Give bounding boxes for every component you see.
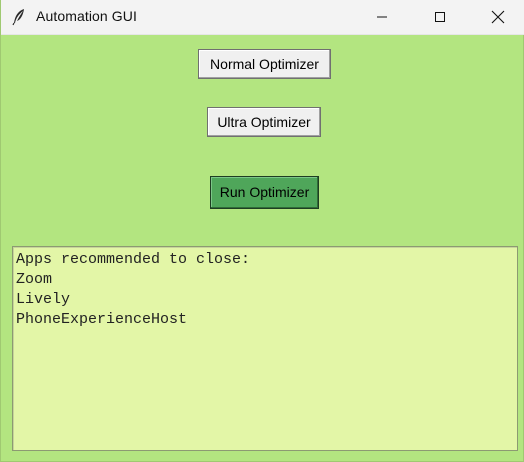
app-window: Automation GUI Normal Optimizer Ultra Op… — [0, 0, 524, 462]
normal-optimizer-button[interactable]: Normal Optimizer — [198, 49, 331, 79]
run-optimizer-button[interactable]: Run Optimizer — [210, 176, 319, 209]
maximize-icon — [434, 11, 446, 23]
output-text-area[interactable]: Apps recommended to close: Zoom Lively P… — [12, 246, 518, 451]
window-title: Automation GUI — [36, 8, 137, 24]
output-line: Apps recommended to close: — [16, 251, 251, 268]
minimize-button[interactable] — [359, 0, 405, 34]
feather-icon — [11, 8, 27, 26]
output-line: Zoom — [16, 271, 53, 288]
title-bar[interactable]: Automation GUI — [1, 0, 524, 35]
close-icon — [491, 10, 505, 24]
close-button[interactable] — [475, 0, 521, 34]
output-line: Lively — [16, 291, 71, 308]
ultra-optimizer-button[interactable]: Ultra Optimizer — [207, 107, 321, 137]
output-line: PhoneExperienceHost — [16, 311, 188, 328]
maximize-button[interactable] — [417, 0, 463, 34]
minimize-icon — [376, 11, 388, 23]
